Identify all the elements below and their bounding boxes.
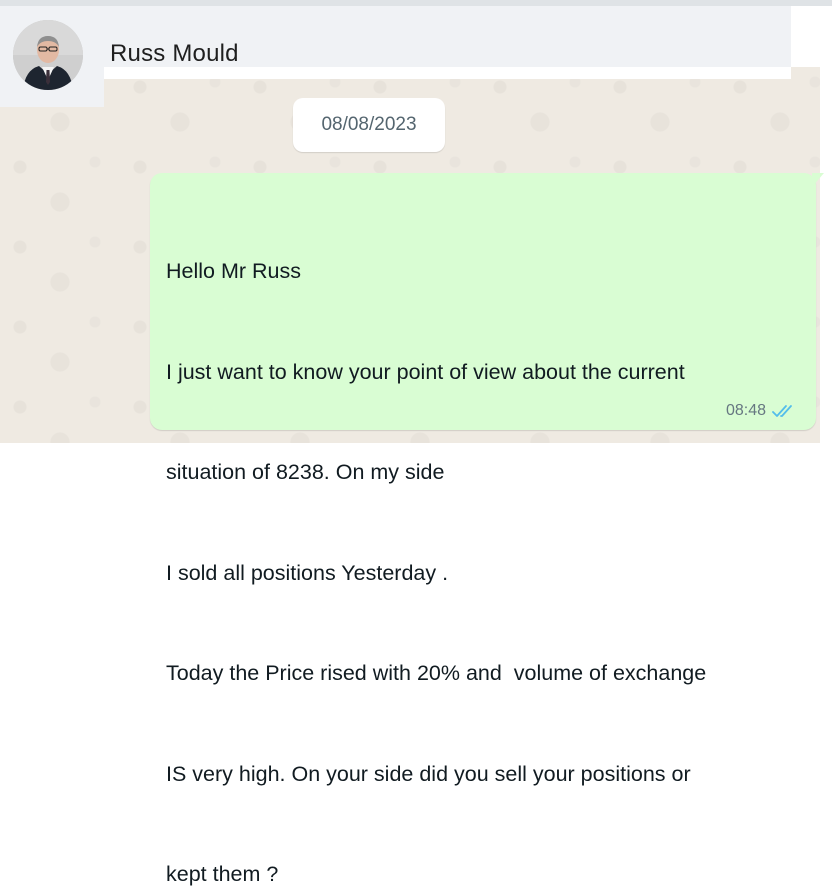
message-line: IS very high. On your side did you sell … [166,761,691,786]
bubble-tail [812,173,824,187]
chat-right-edge [820,67,832,443]
date-divider: 08/08/2023 [293,98,445,152]
message-line: kept them ? [166,862,279,886]
double-check-icon [772,403,798,419]
contact-photo [13,20,83,90]
message-text: Hello Mr Russ I just want to know your p… [166,188,806,886]
message-line: Today the Price rised with 20% and volum… [166,661,707,685]
message-meta: 08:48 [726,402,798,420]
avatar[interactable] [13,20,83,90]
contact-name[interactable]: Russ Mould [110,40,239,68]
message-line: I sold all positions Yesterday . [166,560,449,585]
chat-header-notch [104,67,791,79]
message-line: Hello Mr Russ [166,259,301,283]
message-time: 08:48 [725,402,766,419]
message-line: I just want to know your point of view a… [166,359,685,384]
message-line: situation of 8238. On my side [166,460,445,484]
